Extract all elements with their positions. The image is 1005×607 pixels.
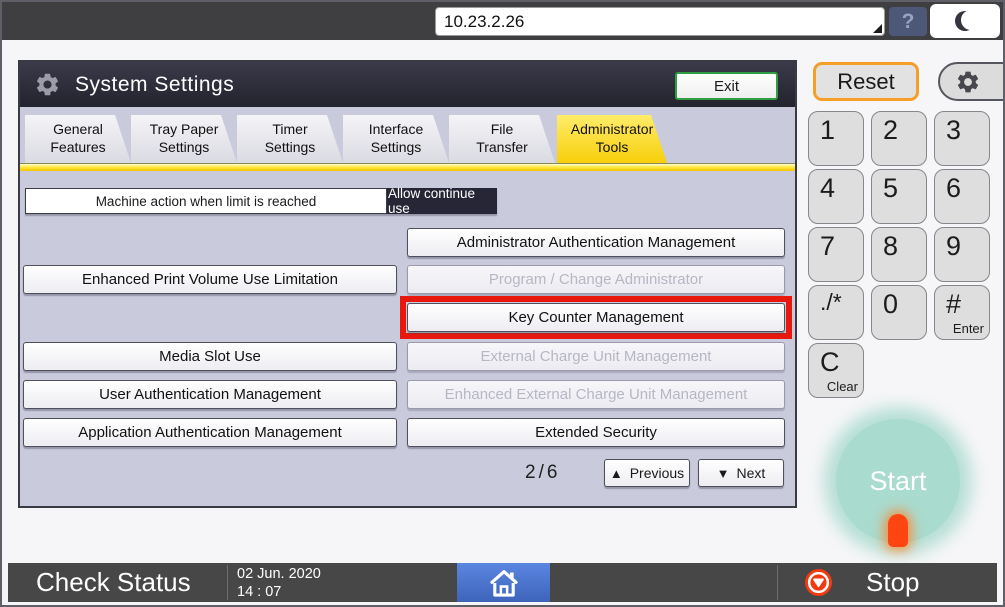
enhanced-print-volume-use-limitation-button[interactable]: Enhanced Print Volume Use Limitation (23, 265, 397, 294)
limit-setting-row[interactable]: Machine action when limit is reached All… (25, 188, 497, 214)
top-status-bar: 10.23.2.26 ? (2, 2, 1003, 40)
gear-icon (34, 71, 61, 98)
tab-timer-settings[interactable]: TimerSettings (237, 115, 343, 163)
limit-setting-value: Allow continue use (387, 188, 497, 214)
system-settings-panel: System Settings Exit GeneralFeatures Tra… (18, 60, 797, 508)
home-button[interactable] (457, 563, 550, 602)
keypad-dot-asterisk[interactable]: ./* (808, 285, 864, 340)
keypad-5[interactable]: 5 (871, 169, 927, 224)
keypad-2[interactable]: 2 (871, 111, 927, 166)
divider (227, 565, 228, 600)
moon-icon (955, 11, 975, 31)
next-label: Next (737, 465, 766, 481)
tab-tray-paper-settings[interactable]: Tray PaperSettings (131, 115, 237, 163)
tab-file-transfer[interactable]: FileTransfer (449, 115, 555, 163)
tab-interface-settings[interactable]: InterfaceSettings (343, 115, 449, 163)
application-authentication-management-button[interactable]: Application Authentication Management (23, 418, 397, 447)
stop-button[interactable]: Stop (866, 567, 920, 598)
previous-label: Previous (630, 465, 684, 481)
keypad-1[interactable]: 1 (808, 111, 864, 166)
time-text: 14 : 07 (237, 583, 321, 601)
tab-general-features[interactable]: GeneralFeatures (25, 115, 131, 163)
enter-sublabel: Enter (953, 321, 984, 336)
panel-title-bar: System Settings Exit (20, 62, 795, 107)
clear-sublabel: Clear (827, 379, 858, 394)
clear-key-label: C (820, 347, 840, 377)
program-change-administrator-button: Program / Change Administrator (407, 265, 785, 294)
keypad-7[interactable]: 7 (808, 227, 864, 282)
settings-pill-button[interactable] (938, 62, 1005, 101)
next-page-button[interactable]: ▼ Next (698, 459, 784, 487)
tab-strip: GeneralFeatures Tray PaperSettings Timer… (20, 105, 795, 163)
reset-button[interactable]: Reset (813, 62, 919, 101)
previous-page-button[interactable]: ▲ Previous (604, 459, 690, 487)
page-indicator: 2/6 (525, 462, 560, 484)
administrator-authentication-management-button[interactable]: Administrator Authentication Management (407, 228, 785, 257)
limit-setting-label: Machine action when limit is reached (25, 188, 387, 214)
gear-icon (955, 69, 981, 95)
start-indicator-light (888, 514, 908, 547)
keypad-0[interactable]: 0 (871, 285, 927, 340)
home-icon (486, 566, 522, 600)
exit-button[interactable]: Exit (675, 72, 778, 100)
hash-label: # (946, 289, 961, 319)
user-authentication-management-button[interactable]: User Authentication Management (23, 380, 397, 409)
selected-tab-underline (20, 163, 795, 171)
triangle-up-icon: ▲ (610, 466, 623, 481)
keypad-enter[interactable]: # Enter (934, 285, 990, 340)
check-status-button[interactable]: Check Status (36, 567, 191, 598)
page-title: System Settings (75, 73, 234, 97)
ip-address-field[interactable]: 10.23.2.26 (435, 7, 885, 36)
keypad-8[interactable]: 8 (871, 227, 927, 282)
extended-security-button[interactable]: Extended Security (407, 418, 785, 447)
keypad-clear[interactable]: C Clear (808, 343, 864, 398)
divider (777, 565, 778, 600)
stop-icon (805, 569, 832, 596)
keypad-9[interactable]: 9 (934, 227, 990, 282)
keypad-3[interactable]: 3 (934, 111, 990, 166)
media-slot-use-button[interactable]: Media Slot Use (23, 342, 397, 371)
help-button[interactable]: ? (889, 7, 927, 36)
keypad-4[interactable]: 4 (808, 169, 864, 224)
date-text: 02 Jun. 2020 (237, 565, 321, 583)
energy-saver-button[interactable] (930, 4, 1000, 38)
external-charge-unit-management-button: External Charge Unit Management (407, 342, 785, 371)
tab-administrator-tools[interactable]: AdministratorTools (557, 115, 667, 163)
keypad-6[interactable]: 6 (934, 169, 990, 224)
enhanced-external-charge-unit-management-button: Enhanced External Charge Unit Management (407, 380, 785, 409)
key-counter-management-button[interactable]: Key Counter Management (407, 303, 785, 332)
datetime-display: 02 Jun. 2020 14 : 07 (237, 565, 321, 601)
bottom-status-bar: Check Status 02 Jun. 2020 14 : 07 Stop (8, 563, 997, 602)
triangle-down-icon: ▼ (717, 466, 730, 481)
device-screen: 10.23.2.26 ? System Settings Exit Genera… (0, 0, 1005, 607)
